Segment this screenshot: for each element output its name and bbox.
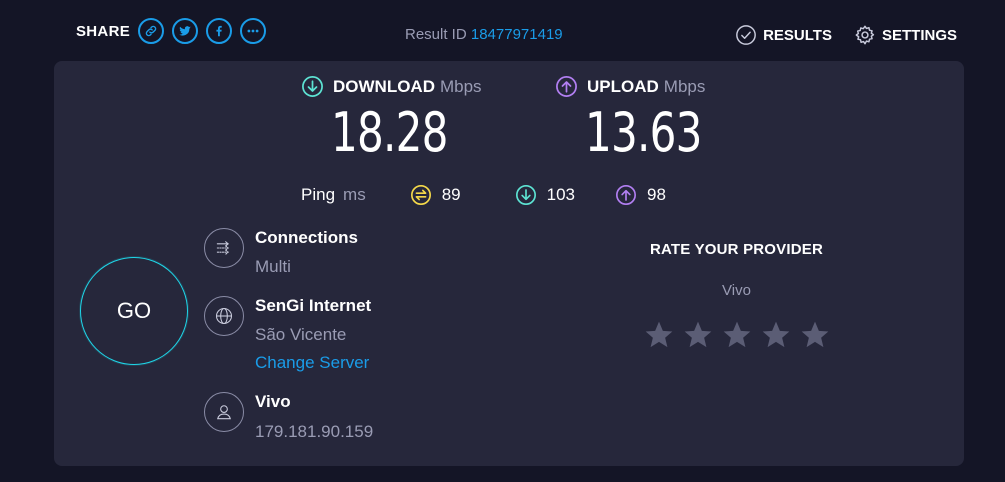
- star-3[interactable]: [721, 319, 753, 351]
- ping-download: 103: [515, 184, 575, 206]
- ping-unit: ms: [343, 185, 366, 204]
- idle-latency-icon: [410, 185, 431, 205]
- star-icon: [684, 321, 711, 348]
- share-facebook-button[interactable]: [206, 18, 233, 44]
- share-link-button[interactable]: [138, 18, 165, 44]
- download-value: 18.28: [331, 101, 448, 164]
- connections-value: Multi: [255, 257, 291, 276]
- rate-title: RATE YOUR PROVIDER: [649, 241, 824, 258]
- result-id-label: Result ID: [405, 26, 467, 43]
- ping-upload-value: 98: [647, 185, 666, 204]
- ping-row: Ping ms 89 103 98: [301, 184, 698, 206]
- ping-idle: 89: [410, 184, 461, 206]
- star-1[interactable]: [643, 319, 675, 351]
- download-label: DOWNLOAD: [333, 76, 435, 96]
- star-4[interactable]: [760, 319, 792, 351]
- share-label: SHARE: [76, 22, 131, 40]
- upload-unit: Mbps: [663, 76, 706, 96]
- download-latency-icon: [515, 185, 536, 205]
- facebook-icon: [216, 25, 222, 37]
- share-more-button[interactable]: [240, 18, 267, 44]
- download-metric: DOWNLOAD Mbps 18.28: [301, 75, 482, 160]
- upload-latency-icon: [616, 185, 636, 205]
- ping-upload: 98: [615, 184, 666, 206]
- settings-button[interactable]: SETTINGS: [854, 24, 957, 46]
- share-group: SHARE: [76, 18, 274, 44]
- gear-icon: [855, 25, 875, 45]
- ping-idle-value: 89: [441, 185, 461, 204]
- star-icon: [801, 321, 828, 348]
- share-twitter-button[interactable]: [172, 18, 199, 44]
- server-info: SenGi Internet São Vicente Change Server: [204, 296, 371, 373]
- download-arrow-icon: [302, 76, 323, 97]
- star-icon: [645, 321, 672, 348]
- star-5[interactable]: [799, 319, 831, 351]
- more-icon: [247, 29, 259, 33]
- ping-label: Ping: [301, 185, 336, 204]
- isp-ip: 179.181.90.159: [255, 422, 374, 441]
- upload-metric: UPLOAD Mbps 13.63: [555, 75, 735, 160]
- rate-provider-name: Vivo: [722, 282, 751, 299]
- user-icon: [204, 392, 244, 432]
- ping-download-value: 103: [546, 185, 575, 204]
- isp-name: Vivo: [255, 392, 291, 411]
- top-nav: RESULTS SETTINGS: [713, 24, 957, 46]
- result-id: Result ID 18477971419: [405, 26, 563, 43]
- star-icon: [723, 321, 750, 348]
- isp-info: Vivo 179.181.90.159: [204, 392, 373, 442]
- settings-label: SETTINGS: [881, 26, 957, 44]
- change-server-link[interactable]: Change Server: [255, 353, 371, 373]
- results-label: RESULTS: [763, 26, 832, 44]
- download-unit: Mbps: [439, 76, 482, 96]
- upload-label: UPLOAD: [587, 76, 659, 96]
- result-id-link[interactable]: 18477971419: [471, 26, 563, 43]
- star-rating: [604, 319, 869, 351]
- results-button[interactable]: RESULTS: [735, 24, 832, 46]
- results-panel: DOWNLOAD Mbps 18.28 UPLOAD Mbps 13.63 Pi…: [54, 61, 964, 466]
- link-icon: [145, 25, 157, 37]
- connections-info: Connections Multi: [204, 228, 358, 277]
- server-location: São Vicente: [255, 325, 347, 344]
- globe-icon: [204, 296, 244, 336]
- star-icon: [762, 321, 789, 348]
- connections-title: Connections: [255, 228, 358, 247]
- top-bar: SHARE Result ID 18477971419 RESULTS SETT…: [0, 0, 1005, 62]
- rate-provider-section: RATE YOUR PROVIDER Vivo: [604, 241, 869, 351]
- connections-icon: [204, 228, 244, 268]
- upload-value: 13.63: [585, 101, 702, 164]
- star-2[interactable]: [682, 319, 714, 351]
- check-circle-icon: [736, 25, 756, 45]
- go-button[interactable]: GO: [80, 257, 188, 365]
- server-name: SenGi Internet: [255, 296, 372, 315]
- upload-arrow-icon: [556, 76, 577, 97]
- twitter-icon: [179, 26, 191, 36]
